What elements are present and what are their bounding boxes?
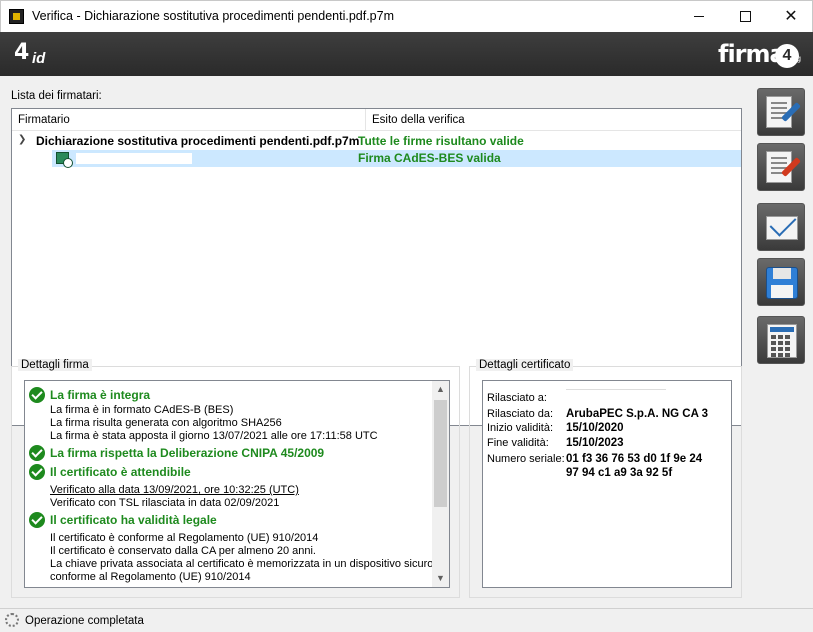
calculator-button[interactable] [757, 316, 805, 364]
main-panel: Lista dei firmatari: Firmatario Esito de… [0, 76, 813, 607]
inizio-validita-value: 15/10/2020 [566, 422, 624, 434]
tree-header: Firmatario Esito della verifica [12, 109, 741, 131]
signer-esito: Firma CAdES-BES valida [358, 151, 501, 165]
check-cnipa: La firma rispetta la Deliberazione CNIPA… [29, 444, 429, 462]
check-circle-icon [29, 445, 45, 461]
chevron-down-icon[interactable]: ❯ [18, 134, 26, 145]
rilasciato-a-label: Rilasciato a: [487, 392, 547, 404]
fine-validita-label: Fine validità: [487, 437, 549, 449]
sign-document-button[interactable] [757, 88, 805, 136]
minimize-button[interactable] [676, 1, 722, 32]
logo-4-text: 4 [14, 40, 30, 65]
signature-details-legend: Dettagli firma [18, 359, 92, 371]
envelope-icon [766, 216, 798, 240]
window-title: Verifica - Dichiarazione sostitutiva pro… [32, 9, 394, 23]
inizio-validita-label: Inizio validità: [487, 422, 554, 434]
check-validita-legale: Il certificato ha validità legale [29, 511, 429, 529]
scroll-thumb[interactable] [434, 400, 447, 507]
vertical-scrollbar[interactable]: ▲ ▼ [432, 381, 449, 587]
tree-row-file[interactable]: ❯ Dichiarazione sostitutiva procedimenti… [12, 133, 741, 150]
logo-ng-text: ng [792, 54, 801, 63]
column-firmatario[interactable]: Firmatario [18, 114, 70, 126]
save-button[interactable] [757, 258, 805, 306]
signature-details-content: La firma è integra La firma è in formato… [29, 385, 434, 584]
column-esito[interactable]: Esito della verifica [372, 114, 465, 126]
scroll-up-icon[interactable]: ▲ [432, 381, 449, 398]
numero-seriale-label: Numero seriale: [487, 453, 565, 465]
detail-line-link[interactable]: Verificato alla data 13/09/2021, ore 10:… [29, 484, 429, 497]
check-integrity: La firma è integra [29, 386, 429, 404]
firma4ng-logo: firma 4 ng [718, 40, 806, 70]
status-text: Operazione completata [25, 615, 144, 627]
numero-seriale-value-2: 97 94 c1 a9 3a 92 5f [566, 467, 673, 479]
calculator-icon [767, 324, 797, 358]
close-button[interactable]: ✕ [768, 1, 813, 32]
rilasciato-da-value: ArubaPEC S.p.A. NG CA 3 [566, 408, 709, 420]
check-circle-icon [29, 387, 45, 403]
column-separator [365, 109, 366, 131]
check-circle-icon [29, 512, 45, 528]
gear-icon [5, 613, 19, 627]
signature-details-box[interactable]: La firma è integra La firma è in formato… [24, 380, 450, 588]
section-head: Il certificato ha validità legale [50, 513, 217, 527]
app-banner: 4 id firma 4 ng [0, 32, 813, 76]
detail-line: Il certificato è conservato dalla CA per… [50, 545, 316, 557]
detail-line: La firma è in formato CAdES-B (BES) [50, 404, 234, 416]
open-envelope-button[interactable] [757, 203, 805, 251]
4id-logo: 4 id [10, 40, 58, 70]
detail-line: La chiave privata associata al certifica… [50, 558, 434, 570]
rilasciato-a-redacted [566, 389, 666, 397]
file-esito: Tutte le firme risultano valide [358, 134, 524, 148]
detail-line: Verificato con TSL rilasciata in data 02… [50, 497, 280, 509]
countersign-button[interactable] [757, 143, 805, 191]
maximize-button[interactable] [722, 1, 768, 32]
title-bar: Verifica - Dichiarazione sostitutiva pro… [0, 0, 813, 32]
file-name: Dichiarazione sostitutiva procedimenti p… [36, 134, 360, 148]
fine-validita-value: 15/10/2023 [566, 437, 624, 449]
logo-id-text: id [32, 50, 46, 67]
firmatari-label: Lista dei firmatari: [11, 90, 102, 102]
certificate-icon [56, 152, 73, 168]
numero-seriale-value-1: 01 f3 36 76 53 d0 1f 9e 24 [566, 453, 703, 465]
signature-details-group: Dettagli firma La firma è integra La fir… [11, 359, 460, 598]
check-circle-icon [29, 464, 45, 480]
rilasciato-da-label: Rilasciato da: [487, 408, 554, 420]
certificate-details-legend: Dettagli certificato [476, 359, 574, 371]
check-attendibile: Il certificato è attendibile [29, 463, 429, 481]
tree-row-signer[interactable]: Firma CAdES-BES valida [52, 150, 741, 168]
section-head: La firma rispetta la Deliberazione CNIPA… [50, 446, 325, 460]
detail-line: Il certificato è conforme al Regolamento… [50, 532, 319, 544]
floppy-disk-icon [766, 267, 798, 299]
detail-line: La firma è stata apposta il giorno 13/07… [50, 430, 378, 442]
app-icon [9, 9, 24, 24]
scroll-down-icon[interactable]: ▼ [432, 570, 449, 587]
section-head: Il certificato è attendibile [50, 465, 191, 479]
certificate-details-box: Rilasciato a: Rilasciato da: ArubaPEC S.… [482, 380, 732, 588]
certificate-details-group: Dettagli certificato Rilasciato a: Rilas… [469, 359, 742, 598]
detail-line: La firma risulta generata con algoritmo … [50, 417, 282, 429]
signer-name-redacted [76, 153, 192, 164]
section-head: La firma è integra [50, 388, 151, 402]
status-bar: Operazione completata [0, 608, 813, 632]
detail-line: conforme al Regolamento (UE) 910/2014 [50, 571, 251, 583]
